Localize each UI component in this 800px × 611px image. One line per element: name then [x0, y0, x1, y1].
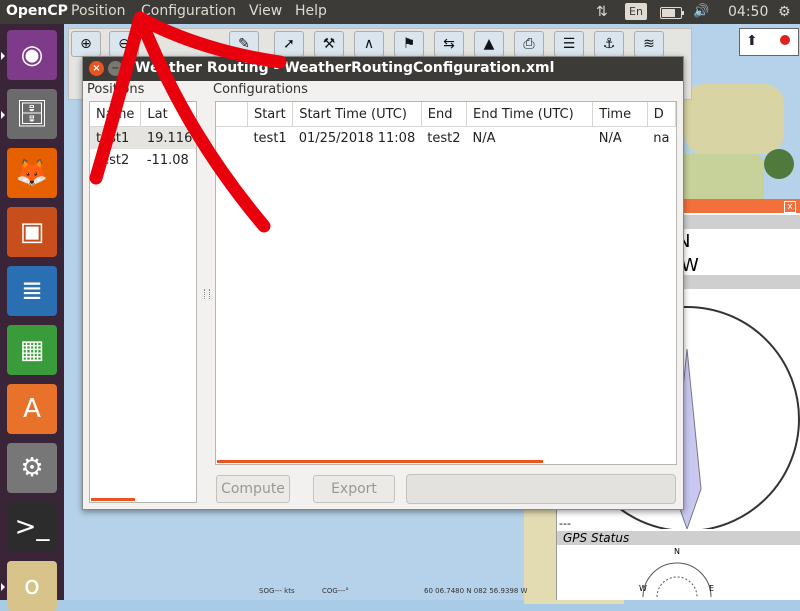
config-start: test1 [253, 130, 287, 146]
rocket-icon[interactable]: ➚ [274, 31, 304, 57]
minimize-icon[interactable]: − [108, 61, 123, 76]
zoom-out-icon[interactable]: ⊖ [109, 31, 139, 57]
calc-icon[interactable]: ▦ [7, 325, 57, 375]
table-row[interactable]: test2 -11.08 [90, 149, 196, 171]
launcher: ◉ 🗄 🦊 ▣ ≣ ▦ A ⚙ >_o [0, 24, 64, 611]
landmass [764, 149, 794, 179]
app-name: OpenCP [6, 3, 68, 19]
dashboard-dashes: --- [559, 517, 571, 530]
sog-readout: SOG--- kts [259, 587, 295, 595]
position-lat: -11.08 [146, 152, 189, 168]
position-readout: 60 06.7480 N 082 56.9398 W [424, 587, 528, 595]
clock[interactable]: 04:50 [728, 4, 768, 20]
export-button[interactable]: Export [313, 475, 395, 503]
menu-view[interactable]: View [249, 3, 282, 19]
north-arrow-icon: ⬆ [746, 33, 758, 49]
zoom-in-icon[interactable]: ⊕ [71, 31, 101, 57]
column-header-distance[interactable]: D [647, 102, 676, 127]
status-bar: SOG--- kts COG---° 60 06.7480 N 082 56.9… [64, 585, 556, 600]
column-header-start[interactable]: Start [247, 102, 294, 127]
configurations-group-label: Configurations [213, 82, 308, 97]
ubuntu-dash-icon[interactable]: ◉ [1, 30, 57, 80]
configurations-header-row: Start Start Time (UTC) End End Time (UTC… [216, 102, 676, 127]
menu-configuration[interactable]: Configuration [141, 3, 236, 19]
weather-routing-dialog: × − Weather Routing - WeatherRoutingConf… [82, 56, 684, 510]
top-panel: OpenCP Position Configuration View Help … [0, 0, 800, 24]
running-indicator [1, 52, 5, 60]
tools-icon[interactable]: ⚒ [314, 31, 344, 57]
route-icon[interactable]: ∧ [354, 31, 384, 57]
settings-icon[interactable]: ⚙ [7, 443, 57, 493]
track-icon[interactable]: ⇆ [434, 31, 464, 57]
terminal-icon[interactable]: >_ [7, 502, 57, 552]
position-name: test1 [96, 130, 130, 146]
volume-icon[interactable]: 🔊 [693, 4, 709, 19]
position-name: test2 [96, 152, 130, 168]
anchor-icon[interactable]: ⚓ [594, 31, 624, 57]
running-indicator [1, 583, 5, 591]
firefox-icon[interactable]: 🦊 [7, 148, 57, 198]
column-header-time[interactable]: Time [592, 102, 648, 127]
column-header-start-time[interactable]: Start Time (UTC) [292, 102, 422, 127]
config-end: test2 [427, 130, 461, 146]
gps-status-header: GPS Status [557, 531, 800, 545]
mark-icon[interactable]: ⚑ [394, 31, 424, 57]
configurations-list: Start Start Time (UTC) End End Time (UTC… [215, 101, 677, 465]
config-enabled[interactable] [216, 127, 247, 150]
dialog-titlebar[interactable]: × − Weather Routing - WeatherRoutingConf… [83, 57, 683, 81]
gps-n-label: N [674, 547, 680, 556]
gps-status-label: GPS Status [563, 531, 630, 545]
close-icon[interactable]: × [89, 61, 104, 76]
config-time: N/A [598, 130, 622, 146]
waypoint-icon[interactable]: ▲ [474, 31, 504, 57]
config-distance: na [653, 130, 670, 146]
pencil-icon[interactable]: ✎ [229, 31, 259, 57]
gps-indicator-icon [780, 35, 790, 45]
north-compass[interactable]: ⬆ [739, 28, 799, 56]
column-header-name[interactable]: Name [90, 102, 142, 127]
running-indicator [1, 111, 5, 119]
power-gear-icon[interactable]: ⚙ [778, 4, 791, 20]
config-end-time: N/A [472, 130, 496, 146]
config-start-time: 01/25/2018 11:08 [298, 130, 416, 146]
battery-icon[interactable] [660, 7, 684, 19]
positions-header-row: Name Lat [90, 102, 196, 127]
writer-icon[interactable]: ≣ [7, 266, 57, 316]
table-row[interactable]: test1 01/25/2018 11:08 test2 N/A N/A na [216, 127, 676, 150]
opencpn-icon[interactable]: o [1, 561, 57, 611]
dialog-title: Weather Routing - WeatherRoutingConfigur… [135, 60, 555, 76]
layers-icon[interactable]: ≋ [634, 31, 664, 57]
column-header-end-time[interactable]: End Time (UTC) [466, 102, 594, 127]
positions-scroll-indicator[interactable] [91, 498, 135, 501]
cog-readout: COG---° [322, 587, 349, 595]
landmass [684, 84, 784, 154]
gps-e-label: E [709, 584, 715, 593]
positions-group-label: Positions [87, 82, 145, 97]
column-header-enabled[interactable] [216, 102, 248, 127]
close-icon[interactable]: x [784, 201, 796, 213]
keyboard-language-indicator[interactable]: En [625, 3, 647, 20]
positions-list: Name Lat test1 19.116 test2 -11.08 [89, 101, 197, 503]
column-header-lat[interactable]: Lat [140, 102, 196, 127]
position-lat: 19.116 [146, 130, 193, 146]
menu-position[interactable]: Position [71, 3, 126, 19]
gps-w-label: W [639, 584, 647, 593]
column-header-end[interactable]: End [421, 102, 467, 127]
files-icon[interactable]: 🗄 [1, 89, 57, 139]
print-icon[interactable]: ⎙ [514, 31, 544, 57]
compute-button[interactable]: Compute [216, 475, 290, 503]
impress-icon[interactable]: ▣ [7, 207, 57, 257]
network-arrows-icon[interactable]: ⇅ [596, 4, 608, 20]
progress-bar [406, 474, 676, 504]
configurations-scroll-indicator[interactable] [217, 460, 543, 463]
settings-icon[interactable]: ☰ [554, 31, 584, 57]
table-row[interactable]: test1 19.116 [90, 126, 196, 149]
pane-splitter[interactable] [204, 289, 210, 299]
menu-help[interactable]: Help [295, 3, 327, 19]
software-center-icon[interactable]: A [7, 384, 57, 434]
